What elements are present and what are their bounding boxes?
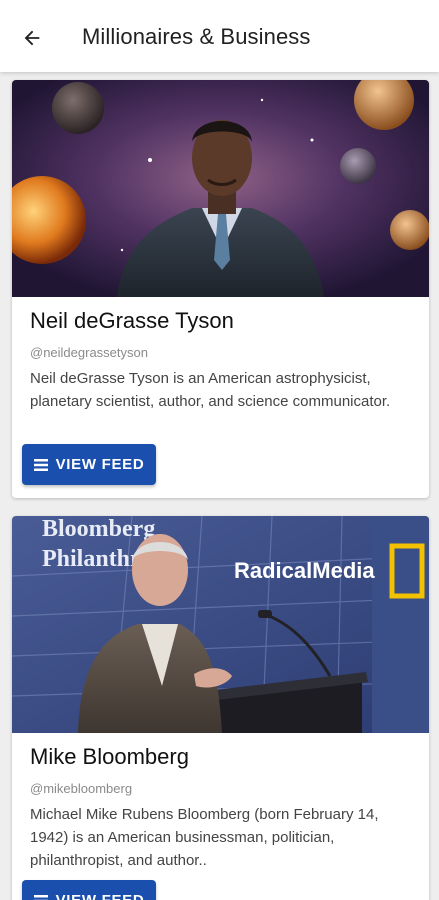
profile-handle: @mikebloomberg [30, 781, 133, 796]
profile-handle: @neildegrassetyson [30, 345, 148, 360]
profile-photo: Bloomberg Philanthro RadicalMedia [12, 516, 429, 733]
profile-card: Bloomberg Philanthro RadicalMedia Mike B… [12, 516, 429, 900]
back-button[interactable] [14, 20, 50, 56]
profile-photo [12, 80, 429, 297]
sponsor-text: RadicalMedia [234, 558, 375, 583]
profile-feed[interactable]: Neil deGrasse Tyson @neildegrassetyson N… [0, 72, 439, 900]
profile-name: Neil deGrasse Tyson [30, 308, 234, 333]
view-feed-label: VIEW FEED [55, 456, 145, 473]
arrow-left-icon [24, 30, 40, 46]
banner-text: Bloomberg [42, 516, 155, 542]
page-title: Millionaires & Business [82, 24, 311, 49]
menu-icon [33, 458, 48, 471]
profile-description: Michael Mike Rubens Bloomberg (born Febr… [30, 806, 379, 869]
view-feed-button[interactable]: VIEW FEED [22, 444, 156, 485]
menu-icon [33, 894, 48, 900]
view-feed-button[interactable]: VIEW FEED [22, 880, 156, 900]
profile-card: Neil deGrasse Tyson @neildegrassetyson N… [12, 80, 429, 498]
profile-name: Mike Bloomberg [30, 744, 189, 769]
profile-description: Neil deGrasse Tyson is an American astro… [30, 370, 391, 410]
view-feed-label: VIEW FEED [56, 892, 145, 900]
app-bar: Millionaires & Business [0, 0, 439, 72]
